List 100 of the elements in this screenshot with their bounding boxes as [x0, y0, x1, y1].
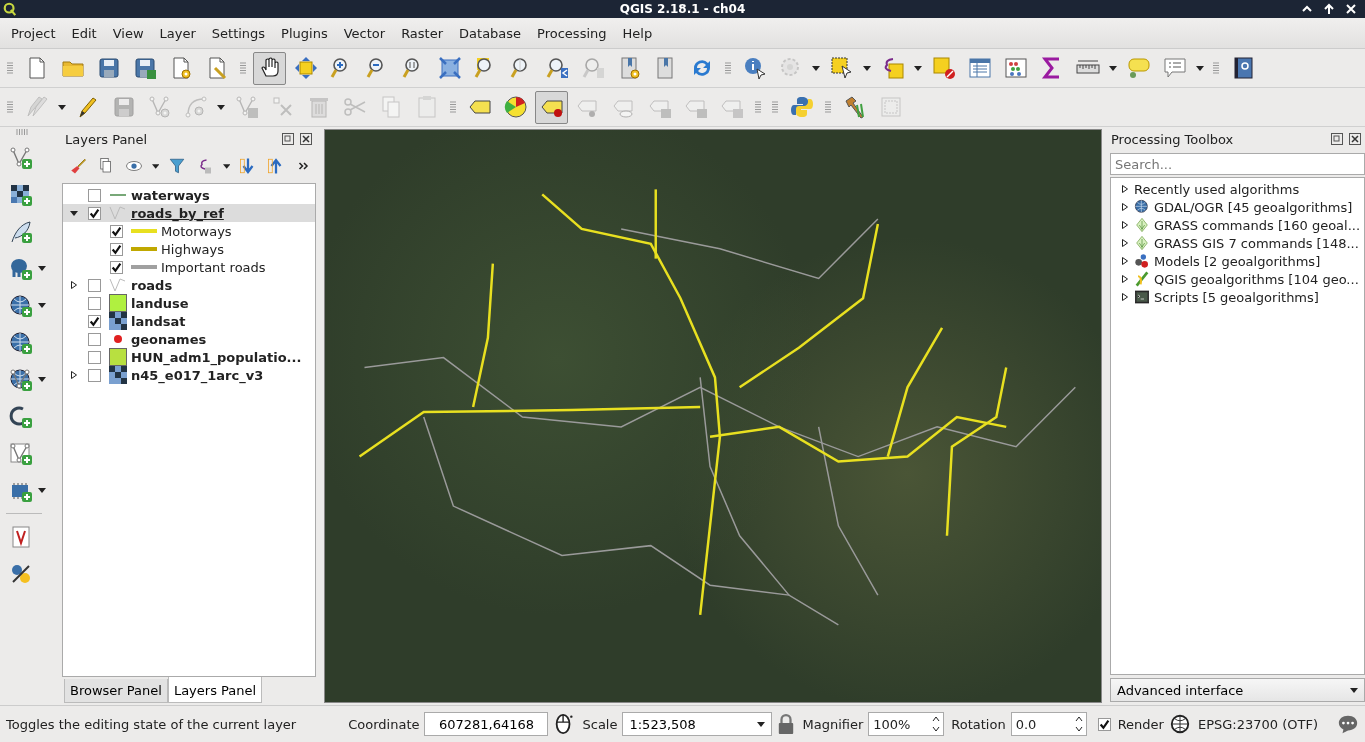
- checkbox[interactable]: [88, 350, 101, 364]
- render-checkbox[interactable]: [1097, 717, 1111, 731]
- legend-row[interactable]: Highways: [63, 240, 315, 258]
- dropdown-caret-icon[interactable]: [1109, 65, 1117, 71]
- legend-row[interactable]: Motorways: [63, 222, 315, 240]
- algorithm-group-row[interactable]: Models [2 geoalgorithms]: [1111, 252, 1364, 270]
- chat-bubble-icon[interactable]: [1337, 713, 1359, 735]
- dropdown-caret-icon[interactable]: [151, 163, 160, 169]
- zoom-full-icon: [437, 56, 462, 80]
- layer-name: landuse: [131, 295, 189, 311]
- menu-item[interactable]: Settings: [203, 25, 274, 41]
- toolbar-grip-icon[interactable]: [7, 62, 13, 74]
- padlock-icon[interactable]: [777, 713, 796, 735]
- grass-icon: [1134, 235, 1150, 251]
- dropdown-caret-icon[interactable]: [38, 303, 46, 308]
- abacus-icon: [1003, 56, 1028, 80]
- layer-row[interactable]: landsat: [63, 312, 315, 330]
- checkbox[interactable]: [88, 368, 101, 382]
- layer-row[interactable]: waterways: [63, 186, 315, 204]
- menu-item[interactable]: Vector: [335, 25, 394, 41]
- toolbar-grip-icon[interactable]: [240, 62, 246, 74]
- checkbox[interactable]: [88, 206, 101, 220]
- menu-item[interactable]: Edit: [63, 25, 105, 41]
- collapse-arrow-icon[interactable]: [70, 209, 78, 217]
- algorithm-group-row[interactable]: Recently used algorithms: [1111, 180, 1364, 198]
- toolbar-grip-icon[interactable]: [1213, 62, 1219, 74]
- interface-dropdown[interactable]: Advanced interface: [1110, 678, 1365, 702]
- dropdown-caret-icon[interactable]: [38, 488, 46, 493]
- expand-arrow-icon[interactable]: [1121, 275, 1129, 283]
- dropdown-caret-icon[interactable]: [38, 377, 46, 382]
- panel-tab[interactable]: Browser Panel: [64, 679, 168, 703]
- toolbar-grip-icon[interactable]: [16, 129, 28, 135]
- toolbar-grip-icon[interactable]: [755, 101, 761, 113]
- legend-row[interactable]: Important roads: [63, 258, 315, 276]
- toolbar-button[interactable]: [253, 51, 286, 85]
- toolbar-grip-icon[interactable]: [725, 62, 731, 74]
- algorithm-group-row[interactable]: GRASS GIS 7 commands [148...: [1111, 234, 1364, 252]
- menu-item[interactable]: View: [104, 25, 152, 41]
- expand-arrow-icon[interactable]: [70, 281, 78, 289]
- save-as-icon: [132, 56, 157, 80]
- algorithm-group-row[interactable]: GRASS commands [160 geoal...: [1111, 216, 1364, 234]
- menu-item[interactable]: Processing: [529, 25, 615, 41]
- algorithm-group-row[interactable]: Scripts [5 geoalgorithms]: [1111, 288, 1364, 306]
- maximize-icon[interactable]: [1323, 3, 1335, 15]
- float-icon[interactable]: [282, 133, 294, 145]
- layer-row[interactable]: landuse: [63, 294, 315, 312]
- close-icon[interactable]: [300, 133, 312, 145]
- menu-item[interactable]: Database: [451, 25, 530, 41]
- globe-icon[interactable]: [1168, 713, 1191, 735]
- expand-arrow-icon[interactable]: [1121, 257, 1129, 265]
- search-field[interactable]: Search...: [1110, 153, 1365, 175]
- toolbar-grip-icon[interactable]: [450, 101, 456, 113]
- map-canvas-placeholder[interactable]: [324, 129, 1102, 703]
- layer-row[interactable]: n45_e017_1arc_v3: [63, 366, 315, 384]
- menu-item[interactable]: Plugins: [273, 25, 336, 41]
- toolbar-grip-icon[interactable]: [7, 101, 13, 113]
- checkbox[interactable]: [88, 314, 101, 328]
- expand-arrow-icon[interactable]: [1121, 185, 1129, 193]
- expand-arrow-icon[interactable]: [1121, 293, 1129, 301]
- menu-item[interactable]: Layer: [151, 25, 204, 41]
- layer-name: landsat: [131, 313, 186, 329]
- expand-arrow-icon[interactable]: [1121, 221, 1129, 229]
- close-icon[interactable]: [1349, 133, 1361, 145]
- toolbar-grip-icon[interactable]: [825, 101, 831, 113]
- checkbox[interactable]: [88, 296, 101, 310]
- algorithm-group-row[interactable]: QGIS geoalgorithms [104 geo...: [1111, 270, 1364, 288]
- dropdown-caret-icon[interactable]: [863, 65, 871, 71]
- speech-bubble-icon: [1126, 56, 1151, 80]
- crs-label[interactable]: EPSG:23700 (OTF): [1197, 716, 1318, 732]
- coordinate-label: Coordinate: [348, 716, 420, 732]
- checkbox[interactable]: [88, 332, 101, 346]
- curve-vertex-icon: [183, 95, 208, 119]
- checkbox[interactable]: [110, 242, 123, 256]
- checkbox[interactable]: [88, 278, 101, 292]
- dropdown-caret-icon[interactable]: [222, 163, 231, 169]
- layer-row[interactable]: roads_by_ref: [63, 204, 315, 222]
- checkbox[interactable]: [88, 188, 101, 202]
- layer-row[interactable]: geonames: [63, 330, 315, 348]
- scale-dropdown[interactable]: 1:523,508: [622, 712, 773, 736]
- layer-row[interactable]: roads: [63, 276, 315, 294]
- expand-arrow-icon[interactable]: [1121, 203, 1129, 211]
- layer-row[interactable]: HUN_adm1_populatio...: [63, 348, 315, 366]
- float-icon[interactable]: [1331, 133, 1343, 145]
- magnifier-spinbox[interactable]: 100%: [868, 712, 945, 736]
- menu-item[interactable]: Project: [3, 25, 64, 41]
- algorithm-group-row[interactable]: GDAL/OGR [45 geoalgorithms]: [1111, 198, 1364, 216]
- expand-arrow-icon[interactable]: [70, 371, 78, 379]
- coordinate-field[interactable]: 607281,64168: [424, 712, 549, 736]
- expand-arrow-icon[interactable]: [1121, 239, 1129, 247]
- filter-icon: [168, 157, 187, 175]
- menu-item[interactable]: Raster: [393, 25, 452, 41]
- rotation-spinbox[interactable]: 0.0: [1010, 712, 1087, 736]
- toolbar-grip-icon[interactable]: [772, 101, 778, 113]
- menu-item[interactable]: Help: [614, 25, 661, 41]
- dropdown-caret-icon[interactable]: [38, 266, 46, 271]
- dropdown-caret-icon[interactable]: [1196, 65, 1204, 71]
- panel-tab[interactable]: Layers Panel: [167, 677, 263, 703]
- checkbox[interactable]: [110, 260, 123, 274]
- checkbox[interactable]: [110, 224, 123, 238]
- dropdown-caret-icon[interactable]: [914, 65, 922, 71]
